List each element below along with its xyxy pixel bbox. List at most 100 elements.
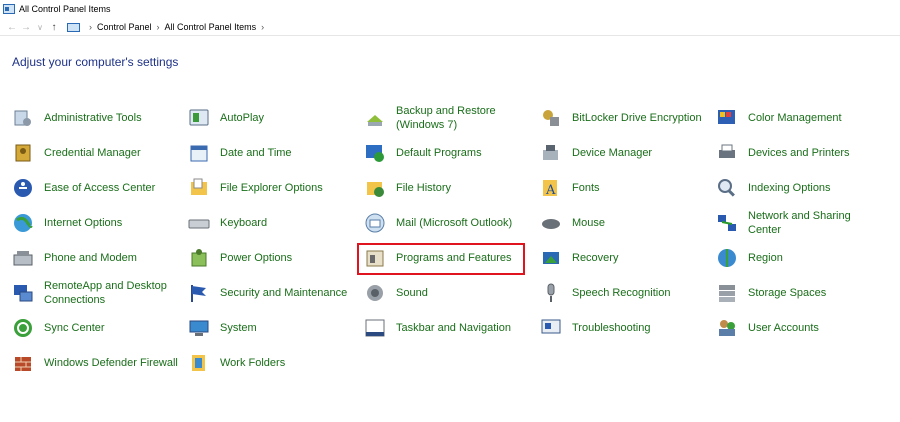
- cp-item-label: Internet Options: [44, 216, 123, 229]
- magnifier-icon: [716, 177, 738, 199]
- cp-item-storage-spaces[interactable]: Storage Spaces: [716, 275, 886, 310]
- microphone-icon: [540, 282, 562, 304]
- cp-item-label: Taskbar and Navigation: [396, 321, 511, 334]
- page-title: Adjust your computer's settings: [12, 55, 179, 69]
- calendar-icon: [188, 142, 210, 164]
- cp-item-label: Keyboard: [220, 216, 268, 229]
- cp-item-label: AutoPlay: [220, 111, 265, 124]
- cp-item-administrative-tools[interactable]: Administrative Tools: [12, 100, 182, 135]
- cp-item-label: Security and Maintenance: [220, 286, 348, 299]
- network-icon: [716, 212, 738, 234]
- cp-item-fonts[interactable]: A Fonts: [540, 170, 710, 205]
- storage-icon: [716, 282, 738, 304]
- cp-item-file-history[interactable]: File History: [364, 170, 534, 205]
- default-programs-icon: [364, 142, 386, 164]
- cp-item-label: System: [220, 321, 257, 334]
- firewall-icon: [12, 352, 34, 374]
- mouse-icon: [540, 212, 562, 234]
- system-icon: [188, 317, 210, 339]
- cp-item-label: Devices and Printers: [748, 146, 850, 159]
- recent-locations-chevron-icon[interactable]: ∨: [33, 23, 47, 32]
- cp-item-network-and-sharing-center[interactable]: Network and Sharing Center: [716, 205, 886, 240]
- power-icon: [188, 247, 210, 269]
- mail-icon: [364, 212, 386, 234]
- control-panel-icon: [3, 4, 15, 14]
- cp-item-region[interactable]: Region: [716, 240, 886, 275]
- recovery-icon: [540, 247, 562, 269]
- cp-item-backup-and-restore-windows-7[interactable]: Backup and Restore (Windows 7): [364, 100, 534, 135]
- cp-item-user-accounts[interactable]: User Accounts: [716, 310, 886, 345]
- breadcrumb-control-panel[interactable]: Control Panel: [97, 22, 152, 32]
- cp-item-default-programs[interactable]: Default Programs: [364, 135, 534, 170]
- color-management-icon: [716, 107, 738, 129]
- cp-item-devices-and-printers[interactable]: Devices and Printers: [716, 135, 886, 170]
- cp-item-bitlocker-drive-encryption[interactable]: BitLocker Drive Encryption: [540, 100, 710, 135]
- cp-item-label: Storage Spaces: [748, 286, 827, 299]
- breadcrumb-all-items[interactable]: All Control Panel Items: [165, 22, 257, 32]
- breadcrumb-separator-icon[interactable]: ›: [261, 22, 264, 32]
- cp-item-sync-center[interactable]: Sync Center: [12, 310, 182, 345]
- backup-icon: [364, 107, 386, 129]
- cp-item-label: Phone and Modem: [44, 251, 137, 264]
- speaker-icon: [364, 282, 386, 304]
- cp-item-label: Work Folders: [220, 356, 286, 369]
- cp-item-label: Indexing Options: [748, 181, 831, 194]
- cp-item-security-and-maintenance[interactable]: Security and Maintenance: [188, 275, 358, 310]
- breadcrumb[interactable]: › Control Panel › All Control Panel Item…: [67, 20, 269, 34]
- cp-item-troubleshooting[interactable]: Troubleshooting: [540, 310, 710, 345]
- cp-item-mouse[interactable]: Mouse: [540, 205, 710, 240]
- folder-options-icon: [188, 177, 210, 199]
- cp-item-taskbar-and-navigation[interactable]: Taskbar and Navigation: [364, 310, 534, 345]
- users-icon: [716, 317, 738, 339]
- taskbar-icon: [364, 317, 386, 339]
- region-globe-icon: [716, 247, 738, 269]
- cp-item-label: User Accounts: [748, 321, 819, 334]
- cp-item-recovery[interactable]: Recovery: [540, 240, 710, 275]
- back-arrow-icon[interactable]: ←: [5, 22, 19, 33]
- cp-item-keyboard[interactable]: Keyboard: [188, 205, 358, 240]
- cp-item-mail-microsoft-outlook[interactable]: Mail (Microsoft Outlook): [364, 205, 534, 240]
- credential-icon: [12, 142, 34, 164]
- autoplay-icon: [188, 107, 210, 129]
- cp-item-credential-manager[interactable]: Credential Manager: [12, 135, 182, 170]
- cp-item-power-options[interactable]: Power Options: [188, 240, 358, 275]
- sync-icon: [12, 317, 34, 339]
- cp-item-label: Sound: [396, 286, 428, 299]
- file-history-icon: [364, 177, 386, 199]
- address-bar: ← → ∨ ↑ › Control Panel › All Control Pa…: [0, 19, 900, 36]
- cp-item-label: Troubleshooting: [572, 321, 651, 334]
- cp-item-label: Backup and Restore (Windows 7): [396, 104, 496, 131]
- cp-item-label: Credential Manager: [44, 146, 141, 159]
- address-control-panel-icon: [67, 22, 80, 32]
- cp-item-phone-and-modem[interactable]: Phone and Modem: [12, 240, 182, 275]
- up-arrow-icon[interactable]: ↑: [47, 22, 61, 33]
- cp-item-internet-options[interactable]: Internet Options: [12, 205, 182, 240]
- breadcrumb-separator-icon[interactable]: ›: [89, 22, 92, 32]
- breadcrumb-separator-icon[interactable]: ›: [157, 22, 160, 32]
- admin-tools-icon: [12, 107, 34, 129]
- cp-item-label: Device Manager: [572, 146, 653, 159]
- cp-item-label: Default Programs: [396, 146, 482, 159]
- bitlocker-icon: [540, 107, 562, 129]
- forward-arrow-icon[interactable]: →: [19, 22, 33, 33]
- cp-item-windows-defender-firewall[interactable]: Windows Defender Firewall: [12, 345, 182, 380]
- svg-text:A: A: [545, 183, 556, 198]
- cp-item-label: Network and Sharing Center: [748, 209, 851, 236]
- cp-item-speech-recognition[interactable]: Speech Recognition: [540, 275, 710, 310]
- cp-item-system[interactable]: System: [188, 310, 358, 345]
- cp-item-label: File History: [396, 181, 452, 194]
- cp-item-remoteapp-and-desktop-connections[interactable]: RemoteApp and Desktop Connections: [12, 275, 182, 310]
- cp-item-work-folders[interactable]: Work Folders: [188, 345, 358, 380]
- highlight-box: [357, 243, 525, 275]
- cp-item-indexing-options[interactable]: Indexing Options: [716, 170, 886, 205]
- cp-item-sound[interactable]: Sound: [364, 275, 534, 310]
- cp-item-file-explorer-options[interactable]: File Explorer Options: [188, 170, 358, 205]
- cp-item-ease-of-access-center[interactable]: Ease of Access Center: [12, 170, 182, 205]
- accessibility-icon: [12, 177, 34, 199]
- cp-item-color-management[interactable]: Color Management: [716, 100, 886, 135]
- cp-item-autoplay[interactable]: AutoPlay: [188, 100, 358, 135]
- flag-icon: [188, 282, 210, 304]
- cp-item-label: BitLocker Drive Encryption: [572, 111, 702, 124]
- cp-item-date-and-time[interactable]: Date and Time: [188, 135, 358, 170]
- cp-item-device-manager[interactable]: Device Manager: [540, 135, 710, 170]
